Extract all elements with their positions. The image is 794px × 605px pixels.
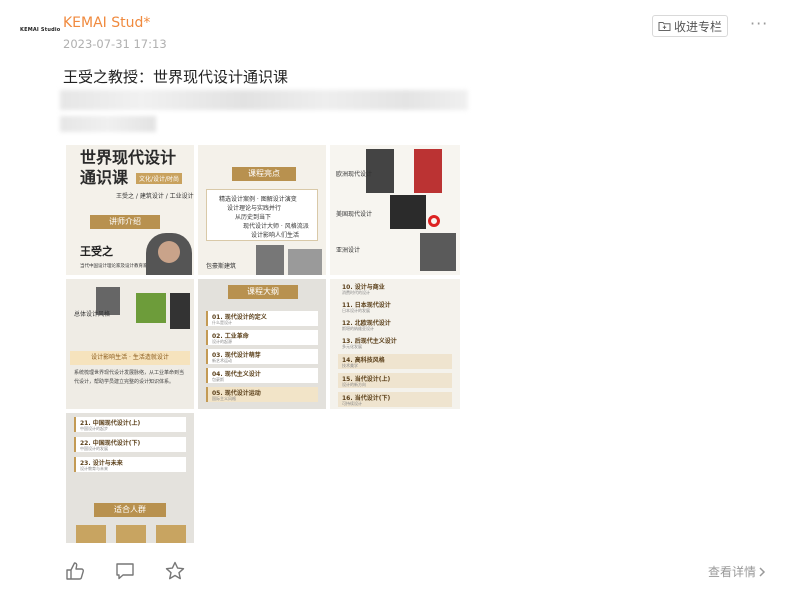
audience-icon bbox=[156, 525, 186, 543]
syllabus-item-subtitle: 消费时代的设计 bbox=[342, 290, 370, 295]
star-icon[interactable] bbox=[164, 560, 186, 582]
syllabus-item: 11. 日本现代设计 日本设计的发展 bbox=[338, 299, 452, 314]
chair-photo bbox=[414, 149, 442, 193]
syllabus-item-subtitle: 什么是设计 bbox=[212, 320, 232, 325]
image-tile-2[interactable]: 课程亮点 精选设计案例 · 图解设计演变 设计理论与实践并行 从历史到当下 现代… bbox=[198, 145, 326, 275]
syllabus-item: 03. 现代设计萌芽 新艺术运动 bbox=[206, 349, 318, 364]
tile2-caption: 包豪斯建筑 bbox=[206, 263, 237, 270]
syllabus-item-subtitle: 新艺术运动 bbox=[212, 358, 232, 363]
view-details-label: 查看详情 bbox=[708, 565, 757, 579]
lecturer-caption: 当代中国设计理论家及设计教育家 bbox=[80, 264, 148, 269]
comment-icon[interactable] bbox=[114, 560, 136, 582]
building-photo bbox=[256, 245, 284, 275]
syllabus-item: 14. 高科技风格 技术美学 bbox=[338, 354, 452, 369]
highlight-point: 精选设计案例 · 图解设计演变 bbox=[219, 196, 297, 203]
course-subtitle: 王受之 / 建筑设计 / 工业设计 bbox=[116, 193, 194, 200]
syllabus-item: 10. 设计与商业 消费时代的设计 bbox=[338, 281, 452, 296]
region-label: 亚洲设计 bbox=[336, 247, 361, 254]
collect-label: 收进专栏 bbox=[673, 19, 722, 34]
syllabus-banner: 课程大纲 bbox=[228, 285, 298, 299]
syllabus-item-subtitle: 技术美学 bbox=[342, 363, 358, 368]
image-tile-7[interactable]: 21. 中国现代设计(上) 中国设计的起步 22. 中国现代设计(下) 中国设计… bbox=[66, 413, 194, 543]
blurred-text-line bbox=[60, 116, 156, 132]
post-timestamp: 2023-07-31 17:13 bbox=[63, 37, 167, 51]
thumbs-up-icon[interactable] bbox=[64, 560, 86, 582]
course-title-line2: 通识课 bbox=[80, 168, 129, 187]
product-photo bbox=[288, 249, 322, 275]
folder-plus-icon bbox=[658, 22, 671, 31]
blurred-text-line bbox=[60, 90, 468, 110]
region-label: 欧洲现代设计 bbox=[336, 171, 373, 178]
syllabus-item: 15. 当代设计(上) 设计的新方向 bbox=[338, 373, 452, 388]
audience-icon bbox=[76, 525, 106, 543]
course-title-line1: 世界现代设计 bbox=[80, 148, 177, 167]
syllabus-item: 01. 现代设计的定义 什么是设计 bbox=[206, 311, 318, 326]
target-logo bbox=[428, 215, 440, 227]
highlight-point: 从历史到当下 bbox=[235, 214, 272, 221]
highlights-banner: 课程亮点 bbox=[232, 167, 296, 181]
highlight-point: 设计理论与实践并行 bbox=[227, 205, 282, 212]
lecturer-name: 王受之 bbox=[80, 245, 113, 258]
lecturer-banner: 讲师介绍 bbox=[90, 215, 160, 229]
designer-photo bbox=[136, 293, 166, 323]
syllabus-item-subtitle: 设计的新方向 bbox=[342, 382, 366, 387]
syllabus-item-subtitle: 国际主义风格 bbox=[212, 396, 236, 401]
audience-icon bbox=[116, 525, 146, 543]
studio-logo[interactable]: KEMAI Studio bbox=[20, 27, 60, 33]
syllabus-item-subtitle: 中国设计的起步 bbox=[80, 426, 108, 431]
syllabus-item: 22. 中国现代设计(下) 中国设计的发展 bbox=[74, 437, 186, 452]
image-tile-4[interactable]: 总体设计风格 设计影响生活 · 生活造就设计 系统梳理世界现代设计发展脉络，从工… bbox=[66, 279, 194, 409]
highlight-point: 设计影响人们生活 bbox=[251, 232, 300, 239]
post-actions bbox=[64, 560, 186, 582]
syllabus-item: 23. 设计与未来 设计教育与未来 bbox=[74, 457, 186, 472]
syllabus-item-subtitle: 日本设计的发展 bbox=[342, 308, 370, 313]
designer-photo bbox=[390, 195, 426, 229]
syllabus-item-subtitle: 设计的起源 bbox=[212, 339, 232, 344]
image-tile-3[interactable]: 欧洲现代设计 美国现代设计 亚洲设计 bbox=[330, 145, 460, 275]
syllabus-item: 04. 现代主义设计 包豪斯 bbox=[206, 368, 318, 383]
syllabus-item: 05. 现代设计运动 国际主义风格 bbox=[206, 387, 318, 402]
view-details-link[interactable]: 查看详情 bbox=[708, 563, 766, 580]
designer-photo bbox=[170, 293, 190, 329]
syllabus-item-subtitle: 包豪斯 bbox=[212, 377, 224, 382]
syllabus-item: 21. 中国现代设计(上) 中国设计的起步 bbox=[74, 417, 186, 432]
chevron-right-icon bbox=[759, 566, 766, 577]
designer-photo bbox=[420, 233, 456, 271]
image-tile-5[interactable]: 课程大纲 01. 现代设计的定义 什么是设计 02. 工业革命 设计的起源 03… bbox=[198, 279, 326, 409]
collect-to-column-button[interactable]: 收进专栏 bbox=[652, 15, 728, 37]
tile4-body: 系统梳理世界现代设计发展脉络，从工业革命到当代设计，帮助学员建立完整的设计知识体… bbox=[74, 370, 185, 385]
syllabus-item-subtitle: 斯堪的纳维亚设计 bbox=[342, 326, 374, 331]
syllabus-item-subtitle: 中国设计的发展 bbox=[80, 446, 108, 451]
audience-banner: 适合人群 bbox=[94, 503, 166, 517]
life-banner: 设计影响生活 · 生活造就设计 bbox=[70, 351, 190, 365]
syllabus-item: 12. 北欧现代设计 斯堪的纳维亚设计 bbox=[338, 317, 452, 332]
syllabus-item: 16. 当代设计(下) 可持续设计 bbox=[338, 392, 452, 407]
image-tile-1[interactable]: 世界现代设计 通识课 文化/设计/时尚 王受之 / 建筑设计 / 工业设计 讲师… bbox=[66, 145, 194, 275]
syllabus-item-subtitle: 设计教育与未来 bbox=[80, 466, 108, 471]
syllabus-item-subtitle: 可持续设计 bbox=[342, 401, 362, 406]
post-title: 王受之教授：世界现代设计通识课 bbox=[63, 68, 289, 86]
region-label: 美国现代设计 bbox=[336, 211, 373, 218]
syllabus-item: 13. 后现代主义设计 多元化发展 bbox=[338, 335, 452, 350]
course-tag: 文化/设计/时尚 bbox=[136, 173, 183, 184]
syllabus-item: 02. 工业革命 设计的起源 bbox=[206, 330, 318, 345]
highlight-point: 现代设计大师 · 风格流派 bbox=[243, 223, 309, 230]
image-tile-6[interactable]: 10. 设计与商业 消费时代的设计 11. 日本现代设计 日本设计的发展 12.… bbox=[330, 279, 460, 409]
highlights-card: 精选设计案例 · 图解设计演变 设计理论与实践并行 从历史到当下 现代设计大师 … bbox=[206, 189, 318, 241]
more-options-icon[interactable]: ··· bbox=[750, 14, 768, 33]
author-name[interactable]: KEMAI Stud* bbox=[63, 15, 150, 31]
lecturer-face bbox=[158, 241, 180, 263]
syllabus-item-subtitle: 多元化发展 bbox=[342, 344, 362, 349]
style-label: 总体设计风格 bbox=[74, 311, 111, 318]
